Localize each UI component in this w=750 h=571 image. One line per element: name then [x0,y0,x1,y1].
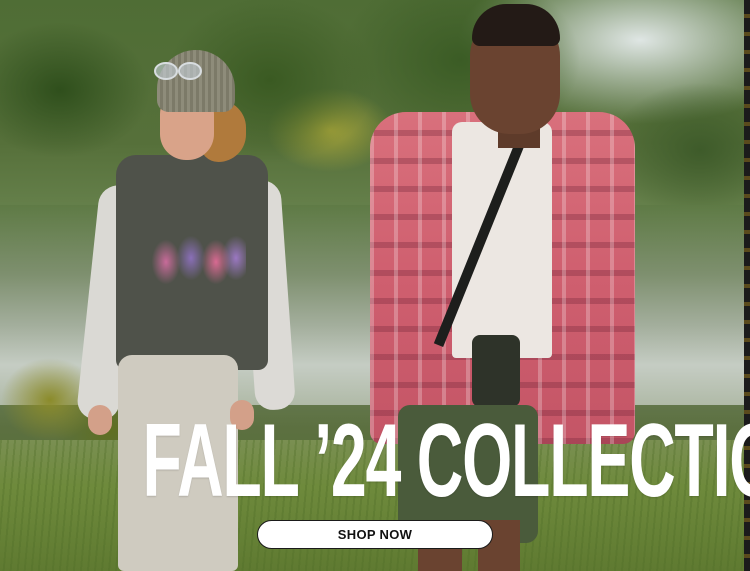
hero-banner[interactable]: FALL ’24 COLLECTION SHOP NOW [0,0,750,571]
model-left-shirt-graphic [146,222,246,300]
model-right-hair [472,4,560,46]
sunglasses-icon [154,62,202,80]
model-left-hand-left [88,405,112,435]
model-right-tee [452,122,552,358]
hero-headline: FALL ’24 COLLECTION [142,403,750,519]
shop-now-button[interactable]: SHOP NOW [257,520,493,549]
model-right-crossbody-bag [472,335,520,407]
